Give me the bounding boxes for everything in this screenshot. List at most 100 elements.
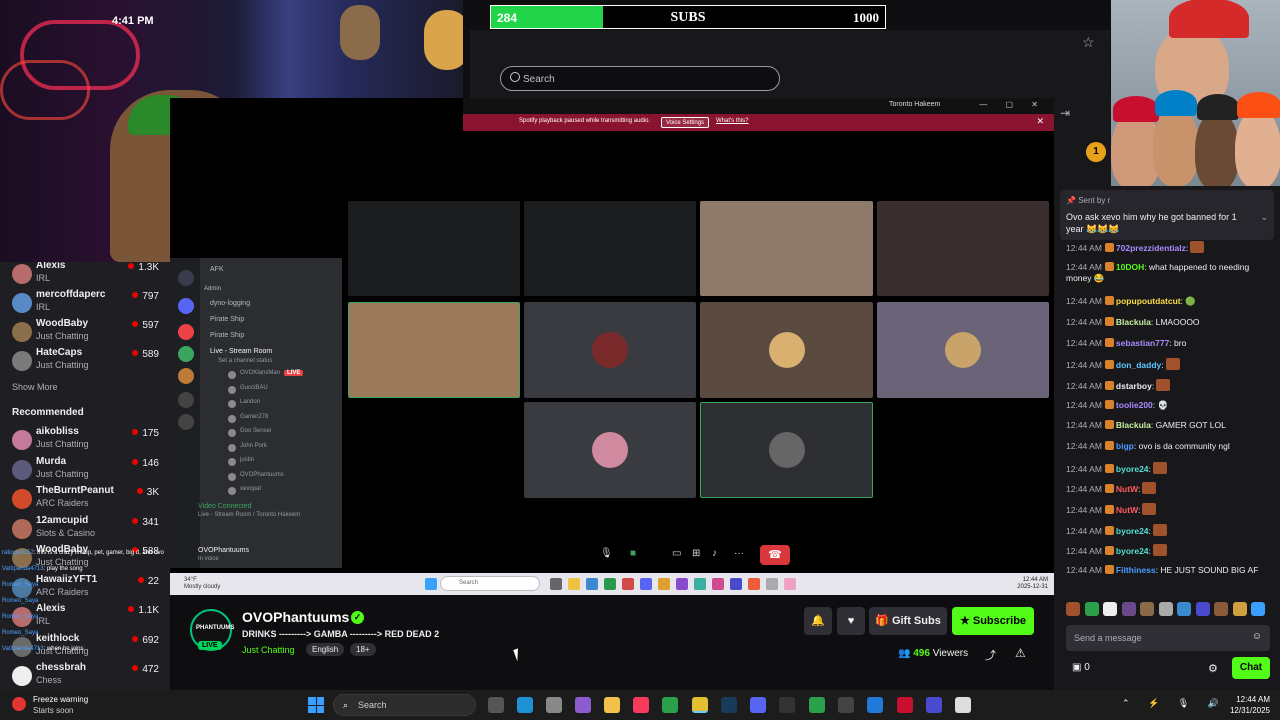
chat-username[interactable]: NutW (1116, 505, 1138, 515)
sidebar-channel[interactable]: 12amcupid Slots & Casino 341 (0, 515, 170, 545)
chat-username[interactable]: popupoutdatcut (1116, 296, 1181, 306)
voice-member[interactable]: xevopat (240, 486, 261, 492)
taskbar-clock[interactable]: 12:44 AM 12/31/2025 (1226, 694, 1270, 716)
share-icon[interactable]: ⤴ (985, 647, 996, 663)
bookmark-star-icon[interactable]: ☆ (1082, 34, 1095, 51)
unreal-icon[interactable] (955, 697, 971, 713)
weather-title[interactable]: Freeze warning (33, 695, 88, 704)
voice-member[interactable]: OVOKlansMan LIVE (240, 370, 304, 376)
emote-icon[interactable] (1251, 602, 1265, 616)
microphone-icon[interactable]: 🎙 (600, 548, 613, 559)
edge-icon[interactable] (517, 697, 533, 713)
server-icon[interactable] (178, 324, 194, 340)
video-tile[interactable] (348, 201, 520, 296)
video-tile[interactable] (700, 201, 873, 296)
more-icon[interactable]: ··· (734, 548, 744, 559)
server-icon[interactable] (178, 298, 194, 314)
chat-username[interactable]: Filthiness (1116, 565, 1156, 575)
video-tile[interactable] (700, 302, 873, 398)
emote-icon[interactable] (1121, 602, 1136, 616)
stream-category[interactable]: Just Chatting (242, 645, 295, 655)
chat-username[interactable]: byore24 (1116, 464, 1149, 474)
sidebar-channel[interactable]: Murda Just Chatting 146 (0, 456, 170, 486)
sidebar-channel[interactable]: mercoffdaperc IRL 797 (0, 289, 170, 319)
chevron-down-icon[interactable]: ⌄ (1260, 212, 1268, 223)
channel-name[interactable]: OVOPhantuums (242, 609, 349, 625)
chat-username[interactable]: 702prezzidentialz (1116, 243, 1186, 253)
emote-icon[interactable] (1232, 602, 1247, 616)
sidebar-channel[interactable]: HateCaps Just Chatting 589 (0, 347, 170, 377)
category-admin[interactable]: Admin (204, 286, 221, 292)
weather-warning-icon[interactable] (12, 697, 26, 711)
pinned-message[interactable]: 📌 Sent by r Ovo ask xevo him why he got … (1060, 190, 1274, 240)
hang-up-button[interactable]: ☎ (760, 545, 790, 565)
screen-share-icon[interactable]: ▭ (672, 548, 681, 559)
sidebar-channel[interactable]: aikobliss Just Chatting 175 (0, 426, 170, 456)
video-tile[interactable] (524, 402, 696, 498)
video-tile[interactable] (524, 201, 696, 296)
channel-pirate-ship-2[interactable]: Pirate Ship (210, 332, 244, 339)
photos-icon[interactable] (867, 697, 883, 713)
gift-subs-button[interactable]: 🎁 Gift Subs (869, 607, 947, 635)
chat-username[interactable]: NutW (1116, 484, 1138, 494)
system-tray-icons[interactable]: ⌃ ⚡ 🎙 🔊 (1122, 698, 1227, 709)
emote-icon[interactable] (1158, 602, 1173, 616)
chat-username[interactable]: Blackula (1116, 420, 1151, 430)
report-icon[interactable]: ⚠ (1015, 646, 1026, 660)
channel-live-stream-room[interactable]: Live - Stream Room (210, 348, 272, 355)
emote-icon[interactable] (1214, 602, 1228, 616)
chat-username[interactable]: 10DOH (1116, 262, 1144, 272)
emote-icon[interactable] (1066, 602, 1080, 616)
close-icon[interactable]: ✕ (1036, 116, 1044, 127)
notification-bell-button[interactable]: 🔔 (804, 607, 832, 635)
sidebar-channel[interactable]: chessbrah Chess 472 (0, 662, 170, 690)
chat-settings-icon[interactable]: ⚙ (1208, 662, 1218, 675)
settings-icon[interactable] (546, 697, 562, 713)
video-tile[interactable] (524, 302, 696, 398)
voice-member[interactable]: Gamer278 (240, 414, 268, 420)
chat-username[interactable]: byore24 (1116, 526, 1149, 536)
voice-member[interactable]: Goo Sensei (240, 428, 271, 434)
task-view-icon[interactable] (488, 697, 504, 713)
app-icon[interactable] (779, 697, 795, 713)
server-icon[interactable] (178, 346, 194, 362)
server-icon[interactable] (178, 414, 194, 430)
video-tile[interactable] (700, 402, 873, 498)
emote-icon[interactable] (1140, 602, 1154, 616)
voice-settings-button[interactable]: Voice Settings (661, 117, 710, 128)
voice-member[interactable]: GucciBAU (240, 385, 268, 391)
emote-icon[interactable] (1195, 602, 1210, 616)
stream-player[interactable]: Toronto Hakeem — ▢ ✕ Spotify playback pa… (170, 98, 1054, 595)
tag-language[interactable]: English (306, 643, 345, 656)
chat-username[interactable]: bigp (1116, 441, 1134, 451)
copilot-icon[interactable] (575, 697, 591, 713)
video-tile[interactable] (877, 201, 1049, 296)
show-more-link[interactable]: Show More (12, 382, 58, 392)
search-input[interactable] (523, 70, 763, 88)
channel-pirate-ship[interactable]: Pirate Ship (210, 316, 244, 323)
channel-points[interactable]: ▣ 0 (1072, 662, 1090, 673)
emoji-icon[interactable]: ☺ (1252, 631, 1262, 642)
chat-username[interactable]: toolie200 (1116, 400, 1153, 410)
file-explorer-icon[interactable] (604, 697, 620, 713)
chat-username[interactable]: dstarboy (1116, 381, 1152, 391)
emote-icon[interactable] (1177, 602, 1191, 616)
chrome-icon[interactable] (692, 697, 708, 713)
app-icon[interactable] (838, 697, 854, 713)
voice-member[interactable]: John Pork (240, 443, 267, 449)
xbox-icon[interactable] (809, 697, 825, 713)
windows-start-icon[interactable] (308, 697, 324, 713)
voice-member[interactable]: justin (240, 457, 254, 463)
chat-input-box[interactable]: ☺ (1066, 625, 1270, 651)
soundboard-icon[interactable]: ♪ (712, 548, 717, 559)
app-icon[interactable] (926, 697, 942, 713)
excel-icon[interactable] (662, 697, 678, 713)
chat-username[interactable]: sebastian777 (1116, 338, 1169, 348)
site-search[interactable] (500, 66, 780, 91)
tag-age[interactable]: 18+ (350, 643, 376, 656)
taskbar-search[interactable]: ⌕ Search (333, 694, 476, 716)
channel-dyno-logging[interactable]: dyno-logging (210, 300, 250, 307)
chat-username[interactable]: Blackula (1116, 317, 1151, 327)
music-icon[interactable] (633, 697, 649, 713)
emote-icon[interactable] (1103, 602, 1117, 616)
